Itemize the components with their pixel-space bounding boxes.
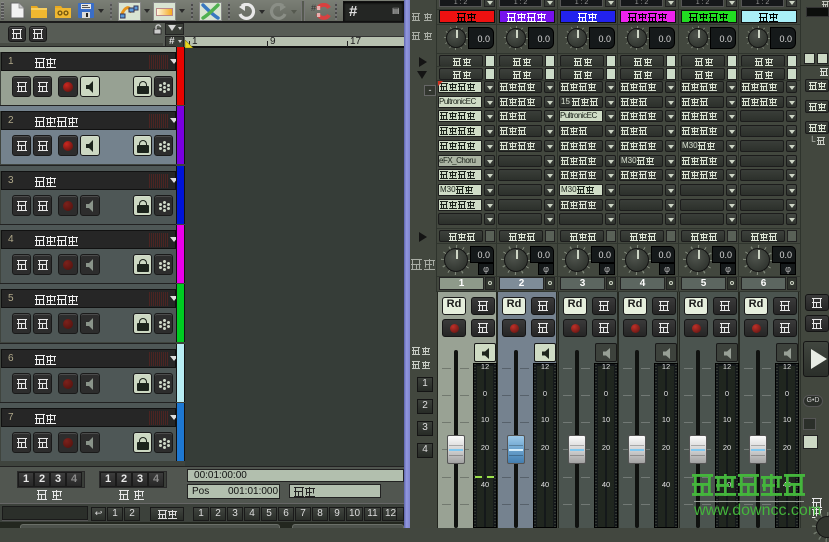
svg-text:#: # xyxy=(311,3,316,13)
